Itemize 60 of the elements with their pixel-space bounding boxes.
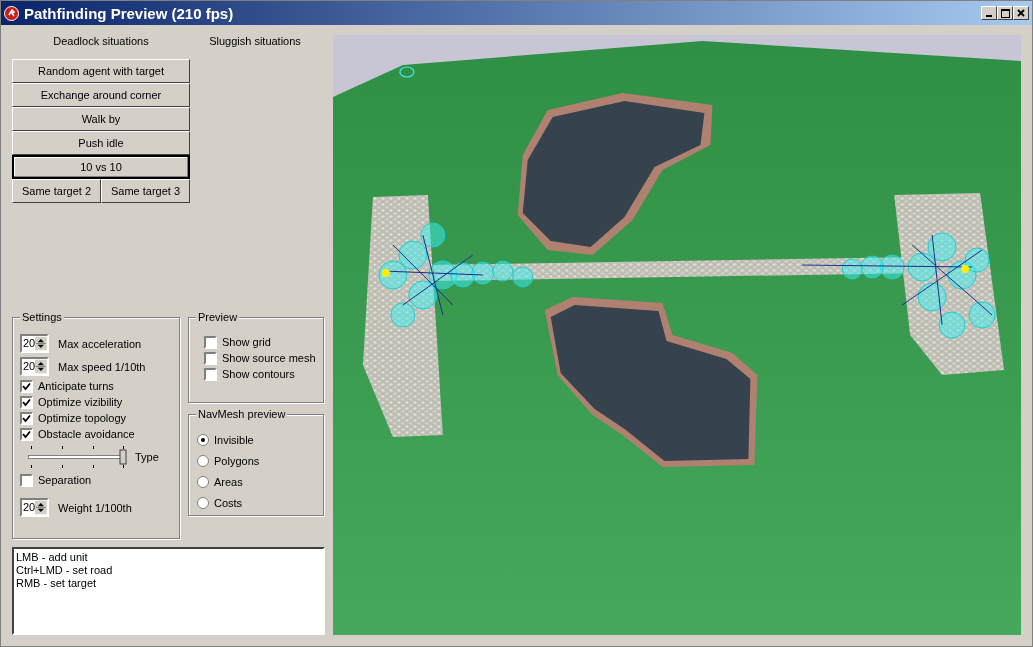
maximize-button[interactable] <box>997 6 1013 20</box>
target-marker <box>399 66 415 78</box>
checkbox[interactable] <box>204 335 217 349</box>
slider-thumb[interactable] <box>119 449 127 465</box>
radio-label: Areas <box>214 475 243 488</box>
maximize-icon <box>1000 8 1010 18</box>
scenario-button[interactable]: 10 vs 10 <box>12 155 190 179</box>
help-line: LMB - add unit <box>16 551 89 564</box>
checkbox-label: Show source mesh <box>222 352 316 364</box>
window-title: Pathfinding Preview (210 fps) <box>24 4 235 22</box>
radio-button[interactable] <box>197 454 209 467</box>
app-icon <box>4 5 19 21</box>
field-label: Max acceleration <box>58 337 142 350</box>
checkbox[interactable] <box>20 395 33 409</box>
group-title: Settings <box>20 311 64 323</box>
radio-button[interactable] <box>197 496 209 509</box>
scenario-button[interactable]: Same target 2 <box>12 179 101 203</box>
spin-box[interactable]: 20 <box>20 334 49 353</box>
group-title: NavMesh preview <box>196 408 288 420</box>
checkbox-label: Separation <box>38 474 92 486</box>
section-heading: Deadlock situations <box>52 35 150 49</box>
minimize-button[interactable] <box>981 6 997 20</box>
scenario-button[interactable]: Walk by <box>12 107 190 131</box>
spin-arrows-icon <box>35 336 47 351</box>
scenario-button[interactable]: Exchange around corner <box>12 83 190 107</box>
slider-label: Type <box>135 451 159 463</box>
group-title: Preview <box>196 311 240 323</box>
spin-box[interactable]: 20 <box>20 357 49 376</box>
section-heading: Sluggish situations <box>208 35 302 49</box>
spin-box[interactable]: 20 <box>20 498 49 517</box>
checkbox[interactable] <box>204 367 217 381</box>
scenario-button[interactable]: Same target 3 <box>101 179 190 203</box>
field-label: Max speed 1/10th <box>58 360 146 373</box>
checkbox-label: Optimize topology <box>38 412 127 424</box>
checkbox[interactable] <box>204 351 217 365</box>
slider[interactable] <box>27 445 127 469</box>
checkbox[interactable] <box>20 411 33 425</box>
radio-button[interactable] <box>197 475 209 488</box>
field-label: Weight 1/100th <box>58 501 132 514</box>
checkbox-label: Obstacle avoidance <box>38 428 135 440</box>
checkbox-label: Optimize vizibility <box>38 396 123 408</box>
checkbox[interactable] <box>20 379 33 393</box>
scenario-button[interactable]: Random agent with target <box>12 59 190 83</box>
radio-label: Costs <box>214 496 243 509</box>
help-line: RMB - set target <box>16 577 98 590</box>
help-line: Ctrl+LMD - set road <box>16 564 114 577</box>
close-button[interactable] <box>1013 6 1029 20</box>
checkbox-label: Show grid <box>222 336 271 348</box>
spin-arrows-icon <box>35 359 47 374</box>
radio-button[interactable] <box>197 433 209 446</box>
radio-label: Invisible <box>214 433 254 446</box>
close-icon <box>1017 9 1025 17</box>
checkbox[interactable] <box>20 473 33 487</box>
spin-arrows-icon <box>35 500 47 515</box>
checkbox-label: Anticipate turns <box>38 380 114 392</box>
checkbox[interactable] <box>20 427 33 441</box>
scenario-button[interactable]: Push idle <box>12 131 190 155</box>
help-text-box[interactable]: LMB - add unit Ctrl+LMD - set road RMB - set target <box>12 547 325 635</box>
checkbox-label: Show contours <box>222 368 295 380</box>
radio-label: Polygons <box>214 454 260 467</box>
